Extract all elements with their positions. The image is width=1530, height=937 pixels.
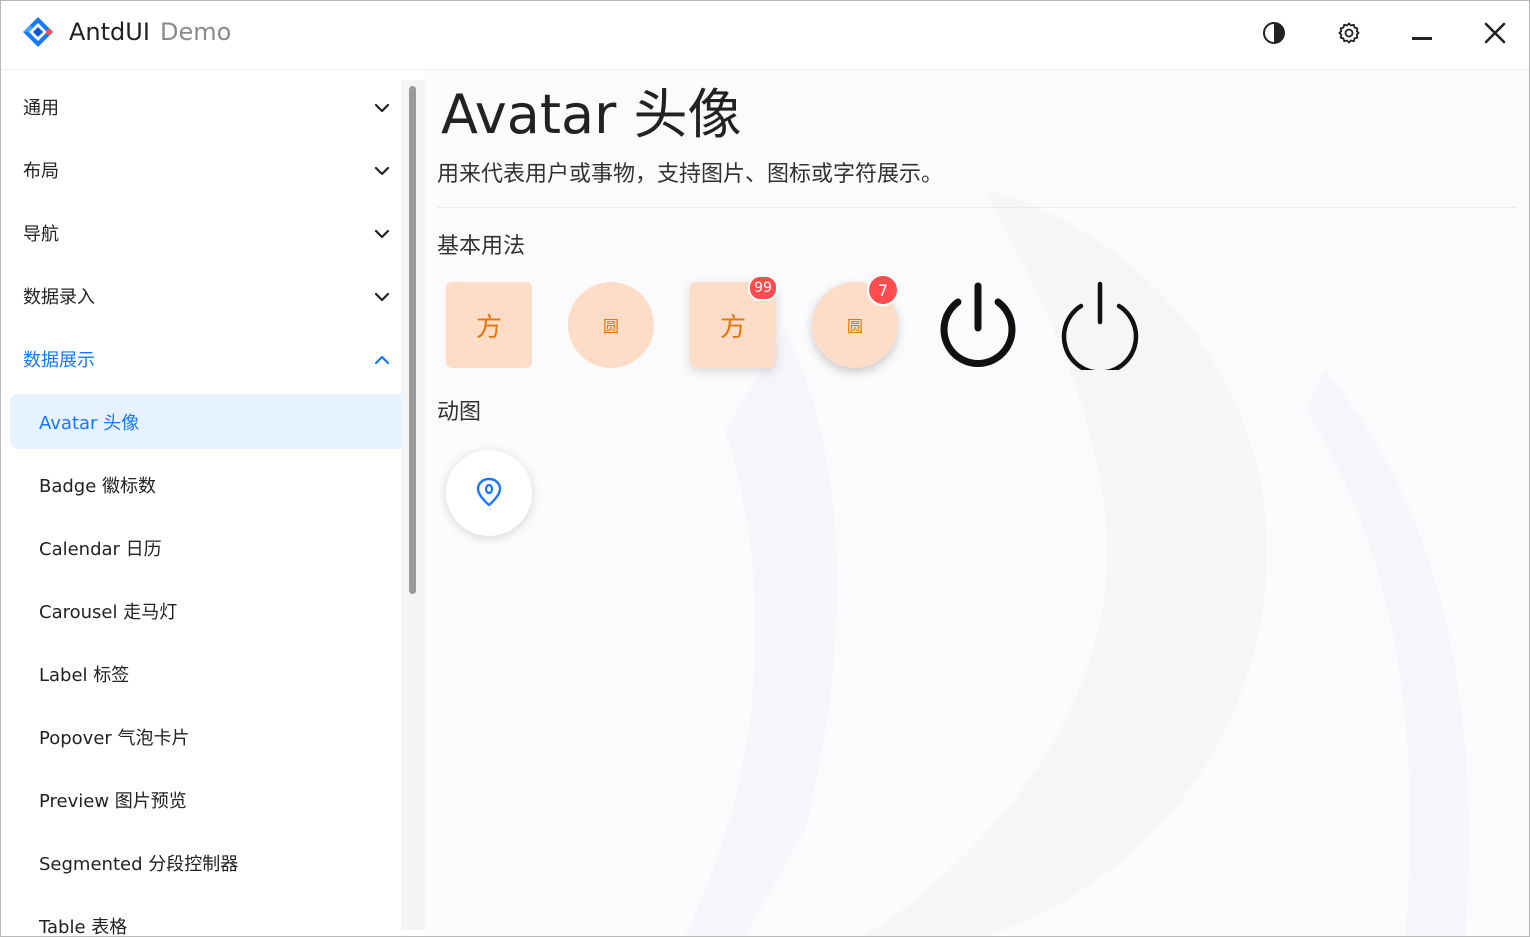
minimize-button[interactable] bbox=[1402, 13, 1442, 53]
menu-item-label: Popover 气泡卡片 bbox=[39, 727, 190, 749]
menu-group-navigation[interactable]: 导航 bbox=[1, 206, 401, 260]
menu-item-segmented[interactable]: Segmented 分段控制器 bbox=[10, 835, 425, 890]
avatar-text: 方 bbox=[475, 312, 502, 343]
menu-item-calendar[interactable]: Calendar 日历 bbox=[10, 520, 425, 575]
menu-group-data-entry[interactable]: 数据录入 bbox=[1, 269, 401, 323]
count-badge: 99 bbox=[748, 275, 778, 301]
avatar-text: 圆 bbox=[602, 317, 619, 336]
app-title: AntdUI bbox=[69, 18, 150, 46]
theme-toggle-icon bbox=[1263, 22, 1285, 44]
background-decoration bbox=[685, 190, 1469, 936]
menu-group-label: 数据展示 bbox=[23, 350, 95, 371]
sidebar-scrollbar-thumb[interactable] bbox=[409, 86, 416, 594]
count-badge: 7 bbox=[867, 274, 899, 306]
divider bbox=[437, 207, 1517, 208]
menu-item-label: Preview 图片预览 bbox=[39, 790, 187, 812]
menu-item-avatar[interactable]: Avatar 头像 bbox=[10, 394, 425, 449]
chevron-down-icon bbox=[374, 292, 390, 302]
menu-item-popover[interactable]: Popover 气泡卡片 bbox=[10, 709, 425, 764]
power-icon-bold[interactable] bbox=[933, 280, 1023, 370]
menu-group-general[interactable]: 通用 bbox=[1, 80, 401, 134]
menu-item-label: Label 标签 bbox=[39, 664, 130, 686]
menu-item-label: Avatar 头像 bbox=[39, 412, 140, 434]
antd-logo-icon bbox=[23, 17, 53, 47]
menu-item-preview[interactable]: Preview 图片预览 bbox=[10, 772, 425, 827]
theme-toggle-button[interactable] bbox=[1254, 13, 1294, 53]
section-title-gif: 动图 bbox=[437, 400, 482, 425]
close-icon bbox=[1484, 22, 1506, 44]
menu-item-label-tag[interactable]: Label 标签 bbox=[10, 646, 425, 701]
chevron-down-icon bbox=[374, 103, 390, 113]
app-subtitle: Demo bbox=[160, 18, 232, 46]
page-title: Avatar 头像 bbox=[441, 83, 742, 146]
avatar-circle[interactable]: 圆 bbox=[568, 282, 654, 368]
app-window: AntdUI Demo 通用 布局 导航 数据录入 数据展示 Avatar 头像… bbox=[0, 0, 1530, 937]
chevron-down-icon bbox=[374, 166, 390, 176]
menu-group-layout[interactable]: 布局 bbox=[1, 143, 401, 197]
avatar-text: 方 bbox=[719, 312, 746, 343]
section-title-basic: 基本用法 bbox=[437, 234, 526, 259]
menu-item-table[interactable]: Table 表格 bbox=[10, 898, 425, 937]
location-pin-icon bbox=[476, 477, 502, 510]
menu-item-label: Calendar 日历 bbox=[39, 538, 162, 560]
menu-group-label: 导航 bbox=[23, 224, 59, 245]
content-panel: Avatar 头像 用来代表用户或事物，支持图片、图标或字符展示。 基本用法 方… bbox=[425, 70, 1529, 936]
menu-item-label: Badge 徽标数 bbox=[39, 475, 157, 497]
minimize-icon bbox=[1412, 37, 1432, 40]
menu-group-label: 数据录入 bbox=[23, 287, 95, 308]
menu-group-data-display[interactable]: 数据展示 bbox=[1, 332, 401, 386]
chevron-up-icon bbox=[374, 355, 390, 365]
menu-item-label: Carousel 走马灯 bbox=[39, 601, 178, 623]
menu-group-label: 通用 bbox=[23, 98, 59, 119]
settings-button[interactable] bbox=[1329, 13, 1369, 53]
title-bar[interactable]: AntdUI Demo bbox=[1, 1, 1529, 70]
sidebar-menu: 通用 布局 导航 数据录入 数据展示 Avatar 头像 Badge 徽标数 C… bbox=[1, 70, 425, 936]
avatar-gif[interactable] bbox=[446, 450, 532, 536]
power-icon-thin[interactable] bbox=[1055, 280, 1145, 370]
menu-item-carousel[interactable]: Carousel 走马灯 bbox=[10, 583, 425, 638]
close-button[interactable] bbox=[1475, 13, 1515, 53]
settings-gear-icon bbox=[1338, 22, 1360, 44]
chevron-down-icon bbox=[374, 229, 390, 239]
avatar-text: 圆 bbox=[846, 317, 863, 336]
menu-item-label: Segmented 分段控制器 bbox=[39, 853, 239, 875]
menu-group-label: 布局 bbox=[23, 161, 59, 182]
avatar-square[interactable]: 方 bbox=[446, 282, 532, 368]
menu-item-label: Table 表格 bbox=[39, 916, 128, 937]
menu-item-badge[interactable]: Badge 徽标数 bbox=[10, 457, 425, 512]
page-description: 用来代表用户或事物，支持图片、图标或字符展示。 bbox=[437, 162, 944, 187]
